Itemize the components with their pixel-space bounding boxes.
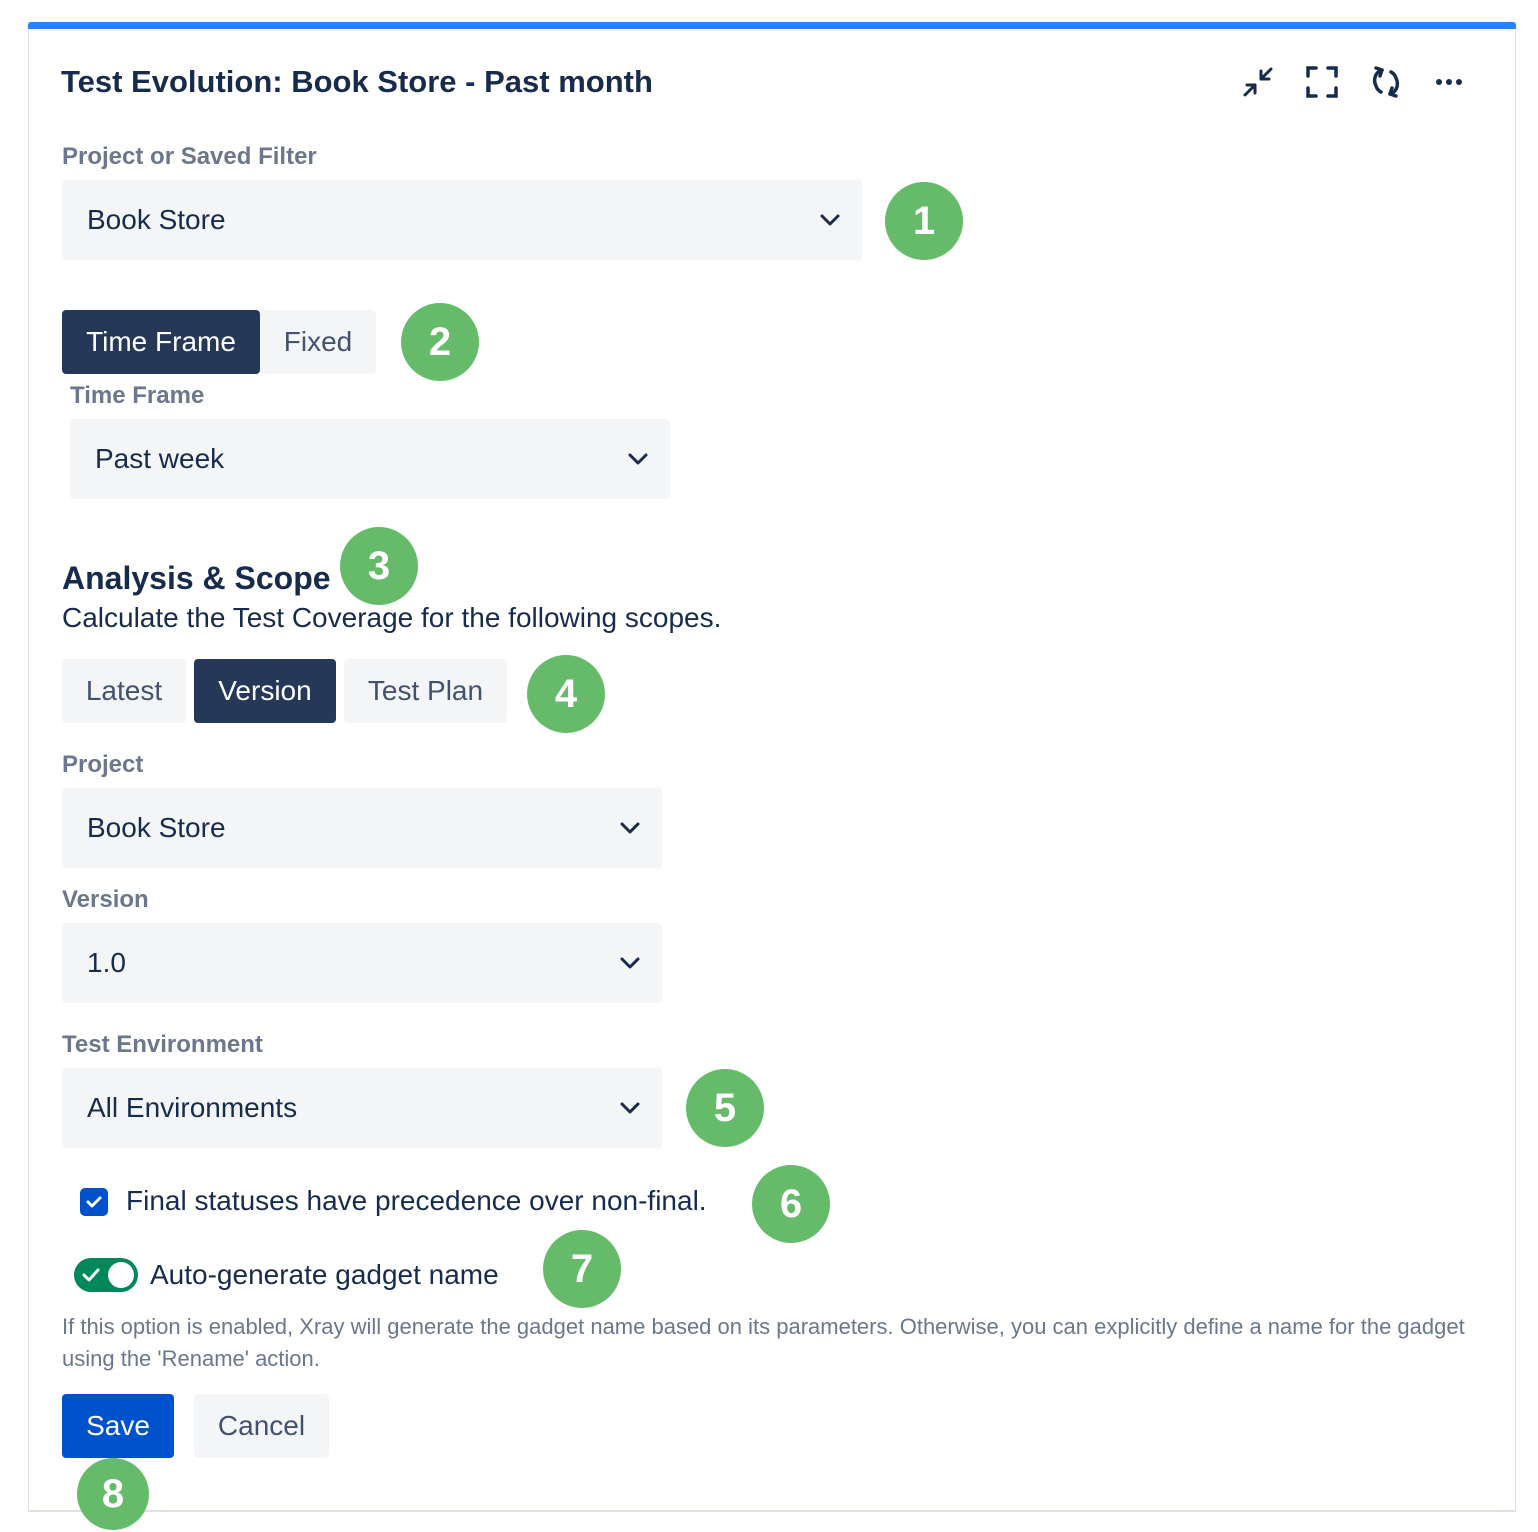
environment-label: Test Environment xyxy=(62,1031,263,1058)
filter-label: Project or Saved Filter xyxy=(62,143,317,170)
refresh-icon[interactable] xyxy=(1366,62,1406,102)
callout-1: 1 xyxy=(885,182,963,260)
tab-fixed[interactable]: Fixed xyxy=(260,310,376,374)
tab-test-plan[interactable]: Test Plan xyxy=(344,659,507,723)
fullscreen-icon[interactable] xyxy=(1302,62,1342,102)
minimize-icon[interactable] xyxy=(1238,62,1278,102)
project-label: Project xyxy=(62,751,144,778)
gadget-accent-bar xyxy=(28,22,1516,29)
chevron-down-icon xyxy=(620,1102,640,1114)
chevron-down-icon xyxy=(628,453,648,465)
project-select[interactable]: Book Store xyxy=(62,788,662,868)
callout-3: 3 xyxy=(340,527,418,605)
time-frame-select[interactable]: Past week xyxy=(70,419,670,499)
final-statuses-label[interactable]: Final statuses have precedence over non-… xyxy=(126,1185,707,1217)
auto-name-help: If this option is enabled, Xray will gen… xyxy=(62,1314,1465,1371)
filter-value: Book Store xyxy=(87,204,226,235)
chevron-down-icon xyxy=(620,822,640,834)
tab-latest[interactable]: Latest xyxy=(62,659,186,723)
toggle-knob xyxy=(108,1262,134,1288)
tab-version[interactable]: Version xyxy=(194,659,336,723)
callout-5: 5 xyxy=(686,1069,764,1147)
version-value: 1.0 xyxy=(87,947,126,978)
final-statuses-checkbox[interactable] xyxy=(80,1188,108,1216)
more-icon[interactable] xyxy=(1430,62,1470,102)
time-frame-label: Time Frame xyxy=(70,382,205,409)
filter-select[interactable]: Book Store xyxy=(62,180,862,260)
analysis-heading: Analysis & Scope xyxy=(62,560,331,596)
environment-value: All Environments xyxy=(87,1092,298,1123)
check-icon xyxy=(82,1268,100,1282)
analysis-description: Calculate the Test Coverage for the foll… xyxy=(62,602,722,633)
time-frame-value: Past week xyxy=(95,443,225,474)
save-button[interactable]: Save xyxy=(62,1394,174,1458)
version-select[interactable]: 1.0 xyxy=(62,923,662,1003)
callout-2: 2 xyxy=(401,303,479,381)
auto-name-toggle[interactable] xyxy=(74,1258,138,1292)
version-label: Version xyxy=(62,886,149,913)
project-value: Book Store xyxy=(87,812,226,843)
gadget-title: Test Evolution: Book Store - Past month xyxy=(61,64,653,99)
callout-4: 4 xyxy=(527,655,605,733)
callout-8: 8 xyxy=(77,1458,149,1530)
chevron-down-icon xyxy=(820,214,840,226)
callout-6: 6 xyxy=(752,1165,830,1243)
checkmark-icon xyxy=(86,1196,102,1208)
environment-select[interactable]: All Environments xyxy=(62,1068,662,1148)
callout-7: 7 xyxy=(543,1230,621,1308)
chevron-down-icon xyxy=(620,957,640,969)
cancel-button[interactable]: Cancel xyxy=(194,1394,329,1458)
tab-time-frame[interactable]: Time Frame xyxy=(62,310,260,374)
auto-name-label: Auto-generate gadget name xyxy=(150,1259,499,1290)
